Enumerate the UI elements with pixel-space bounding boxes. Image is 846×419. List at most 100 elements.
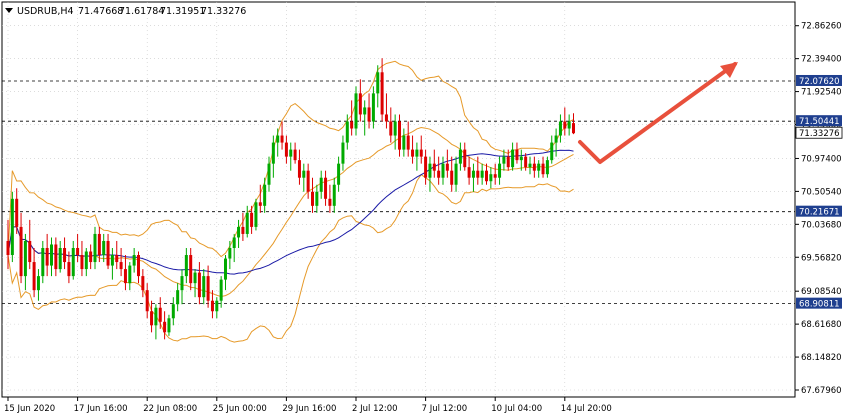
candle-body bbox=[389, 121, 393, 136]
candle-body bbox=[319, 177, 323, 192]
candle-body bbox=[350, 121, 354, 129]
candle-body bbox=[467, 167, 471, 178]
plot-frame bbox=[1, 1, 796, 398]
candle-body bbox=[50, 244, 53, 266]
candle-body bbox=[354, 93, 358, 129]
candle-body bbox=[23, 240, 27, 277]
candle-body bbox=[293, 149, 297, 161]
candle-body bbox=[232, 237, 236, 248]
candle-body bbox=[428, 163, 432, 178]
candle-body bbox=[45, 247, 49, 266]
candle-body bbox=[271, 142, 275, 164]
candle-body bbox=[515, 149, 519, 161]
candle-body bbox=[558, 121, 562, 136]
candle-body bbox=[498, 163, 502, 178]
candle-body bbox=[145, 290, 149, 312]
candle-body bbox=[554, 135, 558, 143]
candle-body bbox=[141, 276, 145, 291]
candle-body bbox=[6, 240, 10, 256]
candle-body bbox=[437, 170, 441, 178]
x-tick-label: 29 Jun 16:00 bbox=[282, 404, 336, 414]
candle-body bbox=[115, 255, 119, 263]
y-tick-label: 70.97400 bbox=[801, 154, 842, 164]
level-label: 71.50441 bbox=[799, 117, 840, 127]
candle-body bbox=[450, 170, 454, 185]
candle-body bbox=[150, 311, 154, 326]
candle-body bbox=[202, 276, 206, 298]
candle-body bbox=[471, 170, 475, 178]
candle-body bbox=[493, 174, 497, 178]
candle-body bbox=[19, 226, 23, 277]
candle-body bbox=[550, 142, 554, 161]
y-axis: 72.8626072.3940071.9254071.4568070.97400… bbox=[795, 22, 843, 396]
candle-body bbox=[245, 212, 249, 234]
candle-body bbox=[371, 93, 375, 122]
candle-body bbox=[563, 121, 567, 129]
candle-body bbox=[197, 272, 201, 298]
candle-body bbox=[524, 156, 528, 168]
candle-body bbox=[267, 163, 271, 185]
chart-root: 72.8626072.3940071.9254071.4568070.97400… bbox=[0, 0, 846, 419]
candle-body bbox=[180, 276, 184, 291]
candle-body bbox=[58, 247, 62, 270]
candle-body bbox=[154, 307, 158, 326]
candle-body bbox=[171, 304, 175, 319]
candle-body bbox=[302, 170, 306, 178]
candle-body bbox=[480, 170, 484, 178]
candle-body bbox=[458, 149, 462, 164]
candle-body bbox=[206, 276, 210, 301]
candle-body bbox=[15, 198, 19, 227]
candle-body bbox=[311, 191, 314, 206]
candle-body bbox=[102, 240, 106, 256]
candle-body bbox=[176, 290, 180, 305]
candle-body bbox=[398, 121, 401, 150]
candle-body bbox=[137, 255, 140, 277]
ohlc-open: 71.47668 bbox=[78, 6, 123, 17]
candle-body bbox=[167, 318, 171, 333]
ohlc-high: 71.61784 bbox=[119, 6, 164, 17]
candle-body bbox=[263, 184, 267, 206]
y-tick-label: 72.39400 bbox=[801, 55, 842, 65]
candle-body bbox=[511, 149, 515, 168]
x-tick-label: 14 Jul 20:00 bbox=[561, 404, 612, 414]
candle-body bbox=[332, 184, 336, 206]
candle-body bbox=[384, 114, 388, 122]
candle-body bbox=[406, 135, 410, 150]
candle-body bbox=[519, 156, 523, 161]
candle-body bbox=[297, 160, 301, 178]
candle-body bbox=[545, 160, 549, 175]
candle-body bbox=[276, 135, 280, 143]
price-chart[interactable]: 72.8626072.3940071.9254071.4568070.97400… bbox=[0, 0, 846, 419]
candle-body bbox=[537, 163, 541, 171]
candle-body bbox=[280, 135, 284, 143]
x-tick-label: 15 Jun 2020 bbox=[4, 404, 55, 414]
candle-body bbox=[258, 202, 262, 206]
candle bbox=[254, 198, 258, 231]
level-label: 68.90811 bbox=[799, 300, 840, 310]
candle-body bbox=[476, 170, 480, 178]
candle-body bbox=[528, 163, 532, 168]
candle-body bbox=[189, 255, 193, 284]
candle-body bbox=[289, 149, 293, 157]
candle-body bbox=[93, 233, 97, 263]
candle-body bbox=[132, 255, 136, 266]
candle-body bbox=[128, 265, 132, 284]
candle-body bbox=[110, 255, 114, 266]
candle-body bbox=[241, 226, 245, 234]
candle-body bbox=[119, 262, 123, 270]
candle-body bbox=[158, 307, 162, 322]
candle-body bbox=[28, 240, 32, 263]
y-tick-label: 71.92540 bbox=[801, 88, 842, 98]
candle-body bbox=[163, 321, 167, 333]
y-tick-label: 70.50540 bbox=[801, 187, 842, 197]
candle-body bbox=[380, 72, 384, 115]
candle-body bbox=[41, 247, 45, 277]
x-tick-label: 2 Jul 12:00 bbox=[352, 404, 398, 414]
candle-body bbox=[502, 156, 506, 164]
level-label: 72.07620 bbox=[799, 77, 840, 87]
y-tick-label: 67.67960 bbox=[801, 386, 842, 396]
candle-body bbox=[10, 198, 14, 256]
candle-body bbox=[411, 149, 415, 157]
candle-body bbox=[367, 107, 371, 122]
candle-body bbox=[71, 247, 75, 277]
